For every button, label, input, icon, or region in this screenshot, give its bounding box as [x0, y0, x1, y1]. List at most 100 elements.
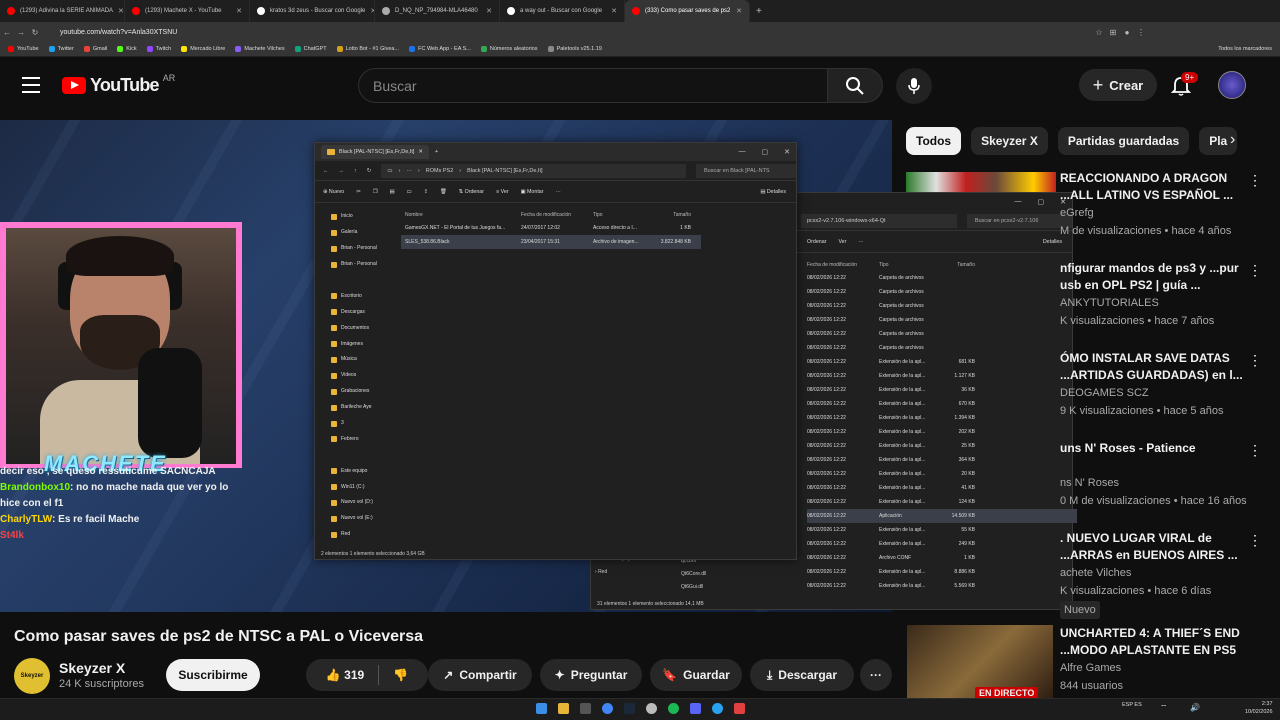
forward-arrow-icon[interactable]: →: [339, 168, 345, 174]
recommendation-item[interactable]: nfigurar mandos de ps3 y ...pur usb en O…: [1060, 260, 1260, 330]
rename-icon[interactable]: ▭: [406, 189, 411, 195]
minimize-icon[interactable]: —: [739, 148, 746, 156]
recommendation-item[interactable]: ÓMO INSTALAR SAVE DATAS ...ARTIDAS GUARD…: [1060, 350, 1260, 420]
bookmark-item[interactable]: Twitter: [48, 46, 74, 52]
voice-search-button[interactable]: [896, 68, 932, 104]
sidebar-item[interactable]: Descargas: [315, 304, 391, 320]
file-row[interactable]: SLES_538.86.Black 23/04/2017 15:31 Archivo…: [401, 235, 701, 249]
search-input[interactable]: Buscar: [358, 68, 828, 103]
browser-tab[interactable]: (1293) Machete X - YouTube ✕: [125, 0, 250, 22]
more-icon[interactable]: ···: [858, 239, 863, 245]
browser-tab[interactable]: (1293) Adivina la SERIE ANIMADA ✕: [0, 0, 125, 22]
extensions-icon[interactable]: ⊞: [1106, 28, 1120, 37]
tab-close-icon[interactable]: ✕: [736, 7, 742, 15]
sidebar-item[interactable]: Documentos: [315, 320, 391, 336]
column-header[interactable]: Fecha de modificación: [521, 212, 593, 218]
file-row[interactable]: 08/02/2026 12:22 Extensión de la apl... 36…: [807, 453, 1077, 467]
column-header[interactable]: Tipo: [879, 262, 939, 268]
new-tab-icon[interactable]: +: [435, 149, 438, 155]
system-clock[interactable]: 2:37 10/02/2026: [1245, 700, 1273, 716]
file-row[interactable]: 08/02/2026 12:22 Extensión de la apl... 68…: [807, 355, 1077, 369]
cut-icon[interactable]: ✂: [356, 189, 360, 195]
reload-icon[interactable]: ↻: [28, 28, 42, 37]
share-button[interactable]: ↗ Compartir: [428, 659, 532, 691]
language-indicator[interactable]: ESP ES: [1122, 702, 1144, 709]
recommendation-channel[interactable]: Alfre Games: [1060, 659, 1260, 677]
recommendation-channel[interactable]: ns N' Roses: [1060, 474, 1260, 492]
profile-icon[interactable]: ●: [1120, 28, 1134, 37]
spotify-taskbar-icon[interactable]: [668, 703, 679, 714]
details-button[interactable]: ▤ Detalles: [760, 189, 786, 195]
browser-tab[interactable]: D_NQ_NP_794984-MLA46480 ✕: [375, 0, 500, 22]
crumb-black[interactable]: Black [PAL-NTSC] [Es,Fr,De,It]: [467, 168, 542, 174]
bookmark-item[interactable]: Kick: [117, 46, 137, 52]
browser-tab[interactable]: kratos 3d zeus - Buscar con Google✕: [250, 0, 375, 22]
explorer1-tab[interactable]: Black [PAL-NTSC] [Es,Fr,De,It] ✕: [321, 145, 429, 159]
sidebar-item[interactable]: Win11 (C:): [315, 479, 391, 495]
subscribe-button[interactable]: Suscribirme: [166, 659, 260, 691]
recommendation-thumbnail-1[interactable]: [906, 172, 1056, 192]
back-arrow-icon[interactable]: ←: [323, 168, 329, 174]
explorer1-breadcrumb[interactable]: ▭ › ··· › ROMs PS2 › Black [PAL-NTSC] [Es,Fr…: [381, 163, 686, 178]
chevron-right-icon[interactable]: ›: [1230, 131, 1235, 149]
create-button[interactable]: + Crear: [1079, 69, 1157, 101]
recommendation-channel[interactable]: DEOGAMES SCZ: [1060, 384, 1260, 402]
forward-icon[interactable]: →: [14, 28, 28, 37]
ask-button[interactable]: ✦ Preguntar: [540, 659, 642, 691]
view-button[interactable]: Ver: [838, 239, 846, 245]
file-row[interactable]: 08/02/2026 12:22 Aplicación 14.509 KB: [807, 509, 1077, 523]
file-row[interactable]: 08/02/2026 12:22 Carpeta de archivos: [807, 327, 1077, 341]
file-row[interactable]: 08/02/2026 12:22 Extensión de la apl... 20…: [807, 467, 1077, 481]
discord-taskbar-icon[interactable]: [690, 703, 701, 714]
recommendation-menu-icon[interactable]: ⋮: [1248, 532, 1262, 549]
column-header[interactable]: Nombre: [401, 212, 521, 218]
recommendation-item[interactable]: UNCHARTED 4: A THIEF´S END ...MODO APLAS…: [1060, 625, 1260, 695]
app2-taskbar-icon[interactable]: [734, 703, 745, 714]
volume-icon[interactable]: 🔊: [1190, 703, 1200, 712]
delete-icon[interactable]: 🗑: [440, 189, 447, 195]
file-qt6core[interactable]: Qt6Core.dll: [681, 568, 706, 581]
chrome-taskbar-icon[interactable]: [602, 703, 613, 714]
explorer2-search[interactable]: Buscar en pcsx2-v2.7.106: [966, 213, 1072, 228]
view-button[interactable]: ≡ Ver: [496, 189, 509, 195]
file-row[interactable]: 08/02/2026 12:22 Carpeta de archivos: [807, 299, 1077, 313]
sidebar-item[interactable]: Galería: [315, 225, 391, 241]
wifi-icon[interactable]: ⌔: [1160, 703, 1168, 713]
app-taskbar-icon[interactable]: [712, 703, 723, 714]
tab-close-icon[interactable]: ✕: [236, 7, 242, 15]
sidebar-item[interactable]: Barileche Aye: [315, 400, 391, 416]
star-icon[interactable]: ☆: [1092, 28, 1106, 37]
filter-chip[interactable]: Todos: [906, 127, 962, 155]
steam-taskbar-icon[interactable]: [624, 703, 635, 714]
new-button[interactable]: ⊕ Nuevo: [323, 189, 344, 195]
explorer-window-black[interactable]: Black [PAL-NTSC] [Es,Fr,De,It] ✕ + — ▢ ✕ ← …: [314, 142, 797, 560]
sidebar-item[interactable]: Grabaciones: [315, 384, 391, 400]
file-row[interactable]: 08/02/2026 12:22 Extensión de la apl... 1.…: [807, 411, 1077, 425]
crumb-roms[interactable]: ROMs PS2: [426, 168, 454, 174]
bookmark-item[interactable]: YouTube: [8, 46, 39, 52]
minimize-icon[interactable]: —: [1015, 198, 1022, 206]
file-row[interactable]: GamesGX.NET - El Portal de tus Juegos fa…: [401, 221, 701, 235]
explorer1-search[interactable]: Buscar en Black [PAL-NTS: [695, 163, 796, 178]
sidebar-item[interactable]: Brian - Personal: [315, 241, 391, 257]
sort-button[interactable]: Ordenar: [807, 239, 826, 245]
start-icon[interactable]: [536, 703, 547, 714]
browser-tab[interactable]: a way out - Buscar con Google ✕: [500, 0, 625, 22]
file-row[interactable]: 08/02/2026 12:22 Extensión de la apl... 8.…: [807, 565, 1077, 579]
bookmark-item[interactable]: Machete Vilches: [235, 46, 285, 52]
recommendation-item[interactable]: . NUEVO LUGAR VIRAL de ...ARRAS en BUENO…: [1060, 530, 1260, 619]
bookmark-item[interactable]: Twitch: [146, 46, 171, 52]
file-row[interactable]: 08/02/2026 12:22 Extensión de la apl... 41…: [807, 481, 1077, 495]
file-row[interactable]: 08/02/2026 12:22 Carpeta de archivos: [807, 313, 1077, 327]
file-row[interactable]: 08/02/2026 12:22 Extensión de la apl... 5.…: [807, 579, 1077, 593]
paste-icon[interactable]: ▤: [389, 189, 394, 195]
all-bookmarks[interactable]: Todos los marcadores: [1218, 46, 1272, 52]
new-tab-icon[interactable]: +: [750, 6, 768, 17]
obs-taskbar-icon[interactable]: [646, 703, 657, 714]
file-qt6gui[interactable]: Qt6Gui.dll: [681, 581, 706, 594]
recommendation-menu-icon[interactable]: ⋮: [1248, 442, 1262, 459]
sidebar-item[interactable]: Red: [315, 527, 391, 543]
mount-button[interactable]: ▣ Montar: [521, 189, 544, 195]
sidebar-item[interactable]: Inicio: [315, 209, 391, 225]
tab-close-icon[interactable]: ✕: [486, 7, 492, 15]
